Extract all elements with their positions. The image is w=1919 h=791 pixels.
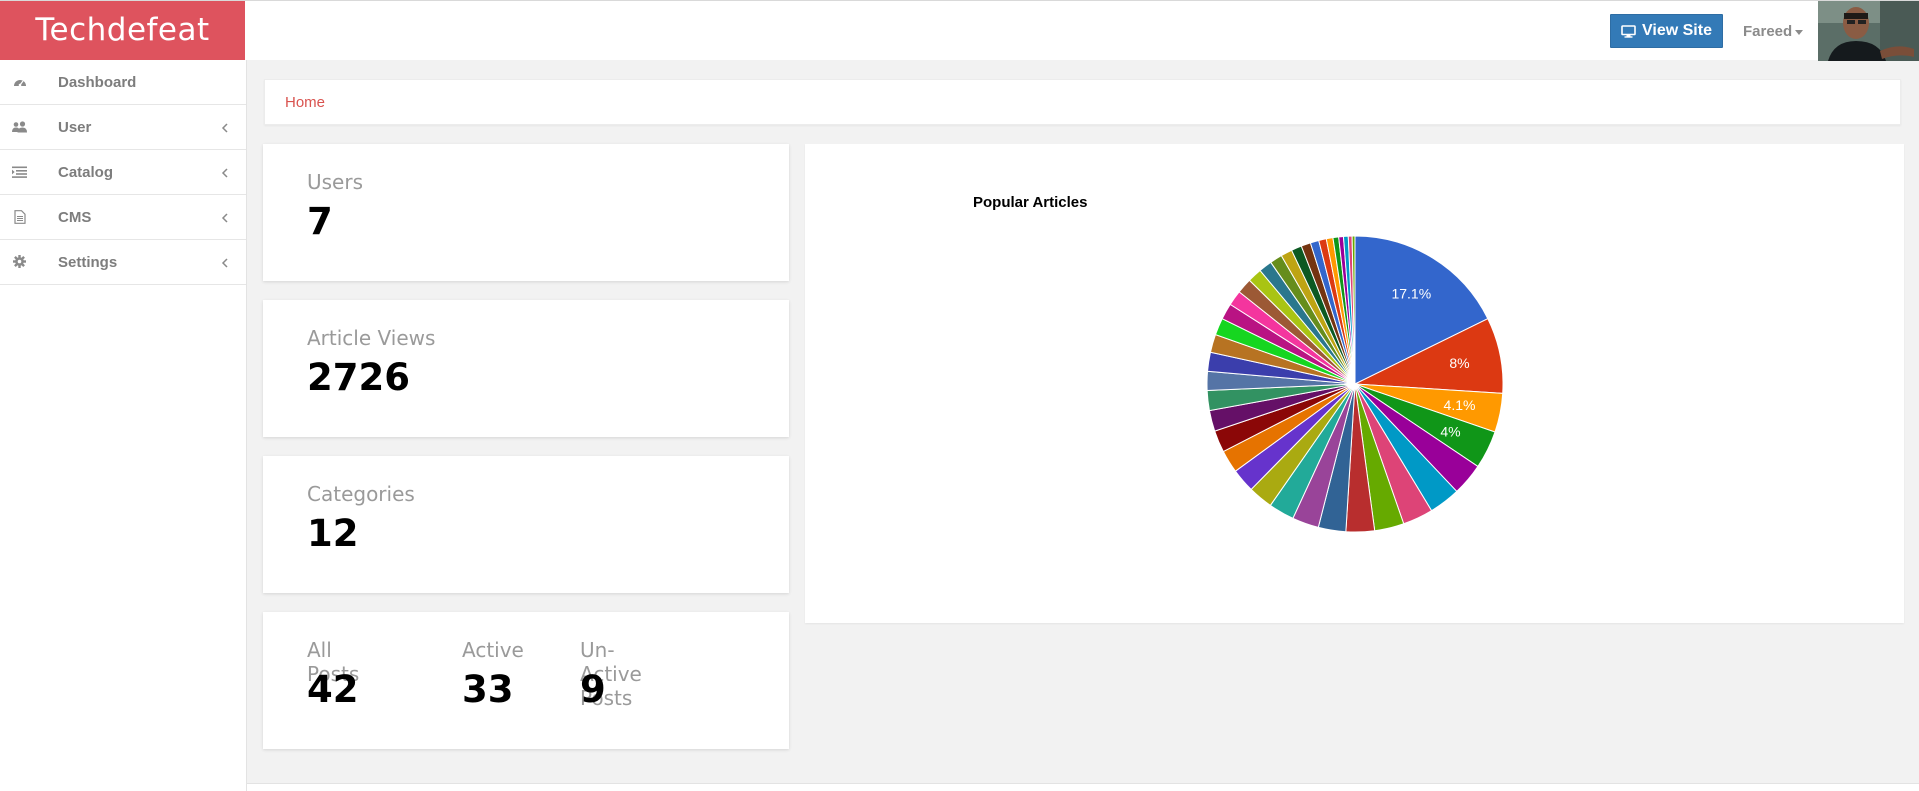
sidebar-item-catalog[interactable]: Catalog — [0, 150, 246, 195]
stat-label: Active — [462, 638, 524, 662]
caret-down-icon — [1795, 29, 1804, 35]
article-views-stat-card: Article Views 2726 — [263, 300, 789, 437]
sidebar-item-label: Settings — [58, 253, 118, 271]
stat-value: 9 — [580, 668, 606, 711]
view-site-label: View Site — [1642, 22, 1712, 39]
categories-stat-card: Categories 12 — [263, 456, 789, 593]
users-icon — [12, 119, 27, 134]
top-navbar: Techdefeat View Site Fareed — [0, 0, 1919, 61]
stat-value: 12 — [307, 512, 359, 555]
posts-stat-card: All Posts 42 Active 33 Un-Active Posts 9 — [263, 612, 789, 749]
file-icon — [12, 209, 27, 224]
pie-slice-label: 4% — [1440, 423, 1460, 439]
stat-value: 42 — [307, 668, 359, 711]
sidebar-item-user[interactable]: User — [0, 105, 246, 150]
users-stat-card: Users 7 — [263, 144, 789, 281]
stat-value: 7 — [307, 200, 333, 243]
stat-label: Categories — [307, 482, 415, 506]
breadcrumb: Home — [264, 79, 1901, 125]
brand-logo[interactable]: Techdefeat — [0, 1, 245, 61]
sidebar-item-cms[interactable]: CMS — [0, 195, 246, 240]
breadcrumb-home-link[interactable]: Home — [285, 94, 325, 111]
list-icon — [12, 164, 27, 179]
chevron-left-icon — [220, 121, 230, 133]
chevron-left-icon — [220, 166, 230, 178]
pie-slice-label: 17.1% — [1391, 286, 1431, 302]
sidebar-item-label: Catalog — [58, 163, 114, 181]
user-dropdown[interactable]: Fareed — [1743, 21, 1804, 41]
monitor-icon — [1621, 24, 1636, 38]
sidebar-item-dashboard[interactable]: Dashboard — [0, 60, 246, 105]
gear-icon — [12, 254, 27, 269]
sidebar-item-settings[interactable]: Settings — [0, 240, 246, 285]
user-name: Fareed — [1743, 22, 1793, 40]
sidebar-item-label: CMS — [58, 208, 92, 226]
stat-label: Users — [307, 170, 364, 194]
dashboard-icon — [12, 74, 27, 89]
chevron-left-icon — [220, 256, 230, 268]
view-site-button[interactable]: View Site — [1610, 14, 1723, 48]
stat-value: 33 — [462, 668, 514, 711]
sidebar-item-label: User — [58, 118, 92, 136]
popular-articles-pie-chart: 17.1% 8% 4.1% 4% — [1206, 235, 1504, 533]
chevron-left-icon — [220, 211, 230, 223]
avatar[interactable] — [1818, 1, 1919, 61]
sidebar-item-label: Dashboard — [58, 73, 137, 91]
stat-value: 2726 — [307, 356, 410, 399]
stat-label: Article Views — [307, 326, 436, 350]
pie-slice-label: 8% — [1449, 355, 1469, 371]
footer — [247, 783, 1919, 791]
popular-articles-chart-panel: Popular Articles 17.1% 8% 4.1% 4% — [805, 144, 1904, 623]
pie-slice-label: 4.1% — [1444, 397, 1476, 413]
sidebar: Dashboard User Catalog CMS Settings — [0, 60, 247, 791]
